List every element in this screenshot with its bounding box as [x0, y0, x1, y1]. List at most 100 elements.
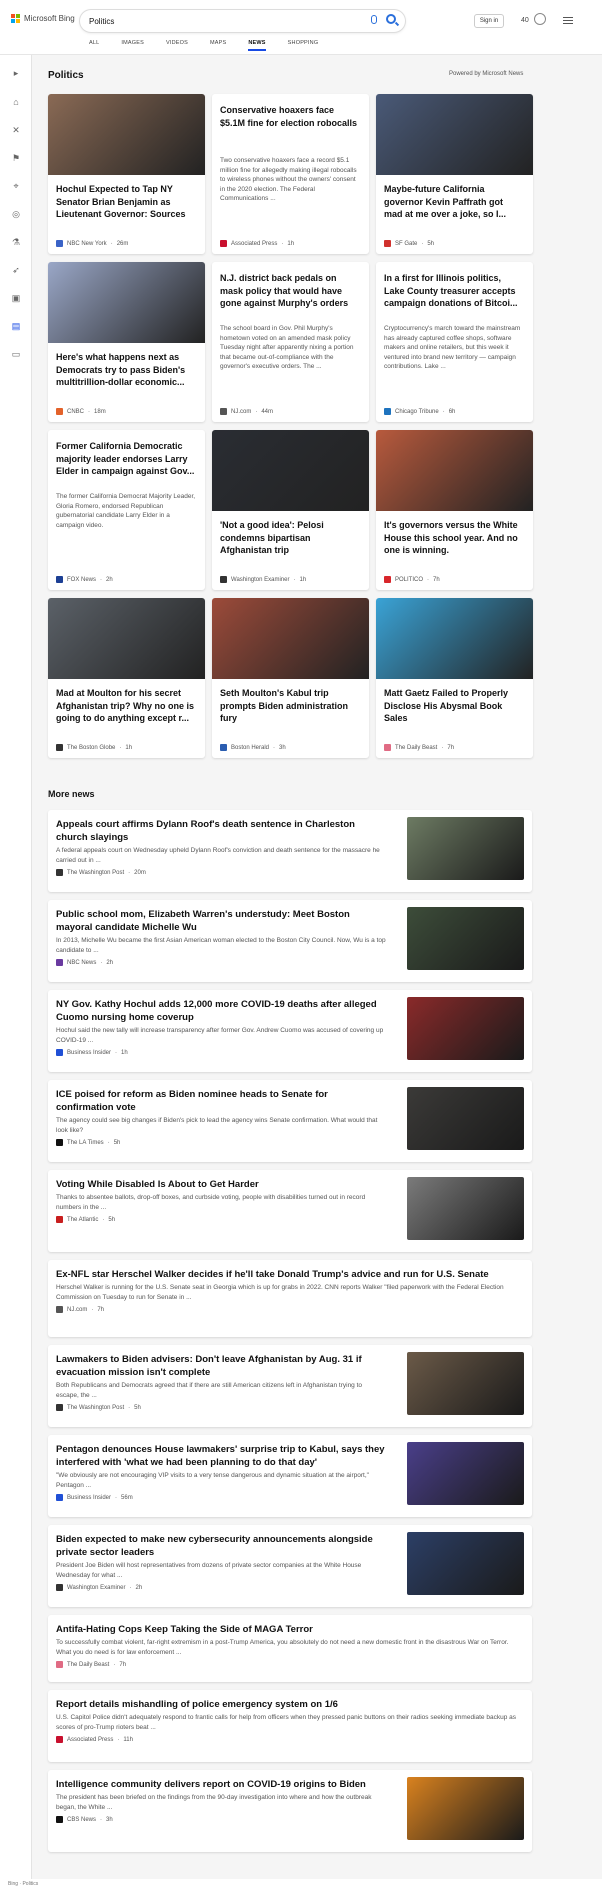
bing-logo[interactable]: Microsoft Bing — [11, 14, 75, 23]
card-image[interactable] — [212, 598, 369, 679]
location-icon[interactable]: ⌖ — [11, 181, 21, 191]
card-title[interactable]: Hochul Expected to Tap NY Senator Brian … — [56, 183, 196, 221]
row-title[interactable]: Public school mom, Elizabeth Warren's un… — [56, 908, 386, 934]
card-time: 7h — [433, 576, 440, 583]
card-title[interactable]: Seth Moulton's Kabul trip prompts Biden … — [220, 687, 360, 725]
hamburger-menu-icon[interactable] — [563, 17, 573, 26]
card-title[interactable]: Matt Gaetz Failed to Properly Disclose H… — [384, 687, 524, 725]
top-header: Microsoft Bing Sign in 40 ALL IMAGES VIDEO… — [0, 0, 602, 55]
row-thumbnail[interactable] — [407, 1087, 524, 1150]
news-row[interactable]: ICE poised for reform as Biden nominee h… — [48, 1080, 532, 1162]
tab-news[interactable]: NEWS — [248, 40, 266, 52]
row-title[interactable]: Appeals court affirms Dylann Roof's deat… — [56, 818, 386, 844]
news-row[interactable]: NY Gov. Kathy Hochul adds 12,000 more CO… — [48, 990, 532, 1072]
microphone-icon[interactable] — [371, 15, 377, 24]
sign-in-button[interactable]: Sign in — [474, 14, 504, 28]
news-card[interactable]: Seth Moulton's Kabul trip prompts Biden … — [212, 598, 369, 758]
tab-all[interactable]: ALL — [89, 40, 99, 52]
card-title[interactable]: Mad at Moulton for his secret Afghanista… — [56, 687, 196, 725]
tab-videos[interactable]: VIDEOS — [166, 40, 188, 52]
row-thumbnail[interactable] — [407, 1352, 524, 1415]
card-title[interactable]: Conservative hoaxers face $5.1M fine for… — [220, 104, 360, 129]
news-card[interactable]: It's governors versus the White House th… — [376, 430, 533, 590]
home-icon[interactable]: ⌂ — [11, 97, 21, 107]
row-title[interactable]: ICE poised for reform as Biden nominee h… — [56, 1088, 386, 1114]
row-description: To successfully combat violent, far-righ… — [56, 1639, 509, 1656]
card-title[interactable]: Former California Democratic majority le… — [56, 440, 196, 478]
card-image[interactable] — [376, 598, 533, 679]
card-title[interactable]: Maybe-future California governor Kevin P… — [384, 183, 524, 221]
movie-icon[interactable]: ▣ — [11, 293, 21, 303]
row-title[interactable]: Biden expected to make new cybersecurity… — [56, 1533, 386, 1559]
source-logo-icon — [56, 1736, 63, 1743]
row-thumbnail[interactable] — [407, 1777, 524, 1840]
expand-arrow-icon[interactable]: ▸ — [11, 68, 21, 78]
news-row[interactable]: Biden expected to make new cybersecurity… — [48, 1525, 532, 1607]
row-title[interactable]: NY Gov. Kathy Hochul adds 12,000 more CO… — [56, 998, 386, 1024]
row-thumbnail[interactable] — [407, 997, 524, 1060]
tab-shopping[interactable]: SHOPPING — [288, 40, 319, 52]
news-row[interactable]: Antifa-Hating Cops Keep Taking the Side … — [48, 1615, 532, 1682]
search-icon[interactable] — [386, 14, 396, 24]
row-thumbnail[interactable] — [407, 1532, 524, 1595]
tab-images[interactable]: IMAGES — [121, 40, 144, 52]
rewards-points[interactable]: 40 — [521, 17, 529, 24]
news-card[interactable]: Matt Gaetz Failed to Properly Disclose H… — [376, 598, 533, 758]
card-image[interactable] — [212, 430, 369, 511]
card-image[interactable] — [48, 598, 205, 679]
news-row[interactable]: Public school mom, Elizabeth Warren's un… — [48, 900, 532, 982]
row-thumbnail[interactable] — [407, 817, 524, 880]
card-image[interactable] — [376, 94, 533, 175]
card-image[interactable] — [48, 262, 205, 343]
news-card[interactable]: Here's what happens next as Democrats tr… — [48, 262, 205, 422]
source-name: The Daily Beast — [67, 1661, 110, 1668]
flag-icon[interactable]: ⚑ — [11, 153, 21, 163]
news-card[interactable]: Maybe-future California governor Kevin P… — [376, 94, 533, 254]
card-title[interactable]: Here's what happens next as Democrats tr… — [56, 351, 196, 389]
news-row[interactable]: Intelligence community delivers report o… — [48, 1770, 532, 1852]
rocket-icon[interactable]: ➶ — [11, 265, 21, 275]
row-thumbnail[interactable] — [407, 907, 524, 970]
money-icon[interactable]: ▭ — [11, 349, 21, 359]
news-row[interactable]: Lawmakers to Biden advisers: Don't leave… — [48, 1345, 532, 1427]
news-row[interactable]: Voting While Disabled Is About to Get Ha… — [48, 1170, 532, 1252]
card-time: 6h — [448, 408, 456, 415]
globe-icon[interactable]: ◎ — [11, 209, 21, 219]
row-title[interactable]: Ex-NFL star Herschel Walker decides if h… — [56, 1268, 516, 1281]
science-icon[interactable]: ⚗ — [11, 237, 21, 247]
card-title[interactable]: In a first for Illinois politics, Lake C… — [384, 272, 524, 310]
row-description: Thanks to absentee ballots, drop-off box… — [56, 1194, 366, 1211]
news-card[interactable]: N.J. district back pedals on mask policy… — [212, 262, 369, 422]
tab-maps[interactable]: MAPS — [210, 40, 226, 52]
card-title[interactable]: 'Not a good idea': Pelosi condemns bipar… — [220, 519, 360, 557]
card-title[interactable]: N.J. district back pedals on mask policy… — [220, 272, 360, 310]
row-title[interactable]: Voting While Disabled Is About to Get Ha… — [56, 1178, 386, 1191]
news-card[interactable]: Conservative hoaxers face $5.1M fine for… — [212, 94, 369, 254]
card-image[interactable] — [48, 94, 205, 175]
row-title[interactable]: Report details mishandling of police eme… — [56, 1698, 516, 1711]
news-row[interactable]: Pentagon denounces House lawmakers' surp… — [48, 1435, 532, 1517]
card-image[interactable] — [376, 430, 533, 511]
row-thumbnail[interactable] — [407, 1177, 524, 1240]
news-card[interactable]: Former California Democratic majority le… — [48, 430, 205, 590]
news-row[interactable]: Report details mishandling of police eme… — [48, 1690, 532, 1762]
politics-icon[interactable]: ▤ — [11, 321, 21, 331]
row-title[interactable]: Pentagon denounces House lawmakers' surp… — [56, 1443, 386, 1469]
search-box[interactable] — [80, 10, 405, 32]
rewards-icon[interactable] — [534, 13, 546, 25]
row-title[interactable]: Lawmakers to Biden advisers: Don't leave… — [56, 1353, 386, 1379]
row-time: 11h — [123, 1736, 133, 1743]
row-thumbnail[interactable] — [407, 1442, 524, 1505]
row-title[interactable]: Intelligence community delivers report o… — [56, 1778, 386, 1791]
news-card[interactable]: In a first for Illinois politics, Lake C… — [376, 262, 533, 422]
news-card[interactable]: Hochul Expected to Tap NY Senator Brian … — [48, 94, 205, 254]
news-row[interactable]: Appeals court affirms Dylann Roof's deat… — [48, 810, 532, 892]
news-card[interactable]: 'Not a good idea': Pelosi condemns bipar… — [212, 430, 369, 590]
news-card[interactable]: Mad at Moulton for his secret Afghanista… — [48, 598, 205, 758]
card-source: NBC New York · 26m — [56, 240, 128, 247]
search-input[interactable] — [89, 14, 339, 28]
row-title[interactable]: Antifa-Hating Cops Keep Taking the Side … — [56, 1623, 516, 1636]
card-title[interactable]: It's governors versus the White House th… — [384, 519, 524, 557]
news-row[interactable]: Ex-NFL star Herschel Walker decides if h… — [48, 1260, 532, 1337]
tools-icon[interactable]: ✕ — [11, 125, 21, 135]
